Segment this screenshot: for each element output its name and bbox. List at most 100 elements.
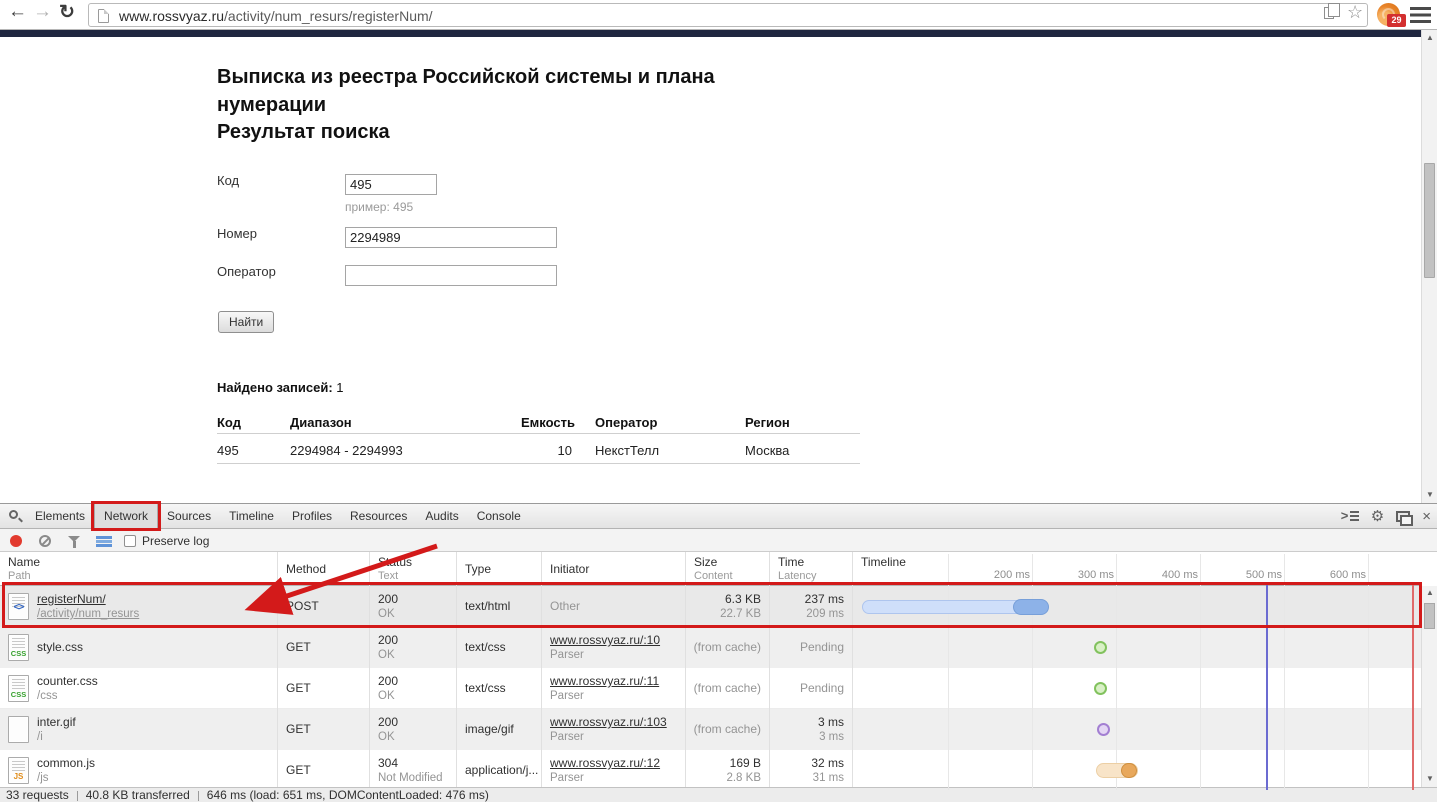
page-scrollbar-thumb[interactable] xyxy=(1424,163,1435,278)
tab-profiles[interactable]: Profiles xyxy=(283,504,341,528)
address-bar[interactable]: www.rossvyaz.ru/activity/num_resurs/regi… xyxy=(88,3,1368,27)
request-name-link[interactable]: registerNum/ xyxy=(37,592,106,606)
network-toolbar: Preserve log xyxy=(0,529,1437,552)
row-operator: НекстТелл xyxy=(595,443,659,458)
cell-initiator: Other xyxy=(542,586,686,627)
network-row-registernum[interactable]: <> registerNum/ /activity/num_resurs POS… xyxy=(0,586,1421,627)
request-path: /js xyxy=(37,772,49,784)
console-drawer-icon[interactable]: > xyxy=(1341,510,1359,522)
load-event-line xyxy=(1412,584,1414,790)
tab-audits[interactable]: Audits xyxy=(416,504,467,528)
col-header-kod: Код xyxy=(217,415,241,430)
screen: ← → ↻ www.rossvyaz.ru/activity/num_resur… xyxy=(0,0,1437,802)
initiator-link[interactable]: www.rossvyaz.ru/:103 xyxy=(550,715,667,729)
preserve-log-checkbox[interactable] xyxy=(124,535,136,547)
timeline-dot-green xyxy=(1094,641,1107,654)
network-table-header: NamePath Method StatusText Type Initiato… xyxy=(0,552,1421,586)
browser-menu-icon[interactable] xyxy=(1410,7,1431,23)
js-file-icon: JS xyxy=(8,757,29,784)
bookmark-star-icon[interactable]: ☆ xyxy=(1347,2,1363,23)
timeline-dot-green xyxy=(1094,682,1107,695)
search-icon[interactable] xyxy=(9,510,18,519)
tab-elements[interactable]: Elements xyxy=(26,504,94,528)
scroll-down-icon[interactable]: ▼ xyxy=(1425,490,1435,499)
col-initiator[interactable]: Initiator xyxy=(542,552,686,586)
copy-pages-icon[interactable] xyxy=(1324,7,1334,19)
timeline-dot-purple xyxy=(1097,723,1110,736)
network-row-intergif[interactable]: inter.gif /i GET 200OK image/gif www.ros… xyxy=(0,709,1421,750)
devtools-panel: Elements Network Sources Timeline Profil… xyxy=(0,503,1437,802)
network-row-countercss[interactable]: CSS counter.css /css GET 200OK text/css … xyxy=(0,668,1421,709)
nomer-input[interactable] xyxy=(345,227,557,248)
refresh-icon[interactable]: ↻ xyxy=(59,1,75,24)
gear-icon[interactable]: ⚙ xyxy=(1371,509,1384,524)
initiator-link[interactable]: www.rossvyaz.ru/:10 xyxy=(550,633,660,647)
css-file-icon: CSS xyxy=(8,634,29,661)
url-text[interactable]: www.rossvyaz.ru/activity/num_resurs/regi… xyxy=(119,8,433,24)
tab-sources[interactable]: Sources xyxy=(158,504,220,528)
css-file-icon: CSS xyxy=(8,675,29,702)
page-scrollbar[interactable]: ▲ ▼ xyxy=(1421,30,1437,503)
kod-hint: пример: 495 xyxy=(345,200,413,214)
record-icon[interactable] xyxy=(10,535,22,547)
request-name[interactable]: common.js xyxy=(37,756,95,770)
operator-input[interactable] xyxy=(345,265,557,286)
dock-side-icon[interactable] xyxy=(1396,511,1410,522)
col-header-emkost: Емкость xyxy=(460,415,575,430)
row-region: Москва xyxy=(745,443,789,458)
table-divider xyxy=(217,433,860,434)
col-status[interactable]: StatusText xyxy=(370,552,457,586)
request-name[interactable]: counter.css xyxy=(37,674,98,688)
scroll-up-icon[interactable]: ▲ xyxy=(1425,33,1435,42)
timeline-tick: 600 ms xyxy=(1306,569,1366,581)
site-header-strip xyxy=(0,30,1421,37)
timeline-dot-orange xyxy=(1121,763,1137,778)
devtools-scrollbar-thumb[interactable] xyxy=(1424,603,1435,629)
tab-timeline[interactable]: Timeline xyxy=(220,504,283,528)
devtools-scrollbar[interactable]: ▲ ▼ xyxy=(1421,586,1437,787)
col-type[interactable]: Type xyxy=(457,552,542,586)
network-row-commonjs[interactable]: JS common.js /js GET 304Not Modified app… xyxy=(0,750,1421,791)
col-time[interactable]: TimeLatency xyxy=(770,552,853,586)
col-size[interactable]: SizeContent xyxy=(686,552,770,586)
timeline-tick: 300 ms xyxy=(1054,569,1114,581)
request-path[interactable]: /activity/num_resurs xyxy=(37,608,139,620)
network-row-stylecss[interactable]: CSS style.css GET 200OK text/css www.ros… xyxy=(0,627,1421,668)
request-path: /css xyxy=(37,690,57,702)
page-title: Выписка из реестра Российской системы и … xyxy=(217,63,817,119)
clear-icon[interactable] xyxy=(39,535,51,547)
scroll-down-icon[interactable]: ▼ xyxy=(1425,774,1435,783)
close-icon[interactable]: × xyxy=(1422,509,1431,524)
col-method[interactable]: Method xyxy=(278,552,370,586)
search-button[interactable]: Найти xyxy=(218,311,274,333)
request-name[interactable]: style.css xyxy=(37,640,83,654)
initiator-link[interactable]: www.rossvyaz.ru/:12 xyxy=(550,756,660,770)
web-page: Выписка из реестра Российской системы и … xyxy=(0,30,1421,503)
request-name[interactable]: inter.gif xyxy=(37,715,76,729)
timeline-tick: 200 ms xyxy=(970,569,1030,581)
domcontentloaded-line xyxy=(1266,584,1268,790)
cell-type: text/html xyxy=(457,586,542,627)
transferred-size: 40.8 KB transferred xyxy=(86,788,190,802)
timeline-tick: 500 ms xyxy=(1222,569,1282,581)
filter-icon[interactable] xyxy=(68,536,80,542)
preserve-log-label: Preserve log xyxy=(142,534,209,548)
requests-count: 33 requests xyxy=(6,788,69,802)
back-icon[interactable]: ← xyxy=(8,1,27,23)
col-name[interactable]: NamePath xyxy=(0,552,278,586)
small-rows-icon[interactable] xyxy=(96,536,112,547)
tab-resources[interactable]: Resources xyxy=(341,504,416,528)
request-path: /i xyxy=(37,731,43,743)
timeline-tick: 400 ms xyxy=(1138,569,1198,581)
devtools-status-bar: 33 requests40.8 KB transferred646 ms (lo… xyxy=(0,787,1437,802)
forward-icon[interactable]: → xyxy=(33,1,52,23)
page-subtitle: Результат поиска xyxy=(217,121,390,144)
kod-input[interactable] xyxy=(345,174,437,195)
tab-console[interactable]: Console xyxy=(468,504,530,528)
initiator-link[interactable]: www.rossvyaz.ru/:11 xyxy=(550,674,659,688)
browser-toolbar: ← → ↻ www.rossvyaz.ru/activity/num_resur… xyxy=(0,0,1437,30)
row-kod: 495 xyxy=(217,443,239,458)
scroll-up-icon[interactable]: ▲ xyxy=(1425,588,1435,597)
row-diapazon: 2294984 - 2294993 xyxy=(290,443,403,458)
tab-network[interactable]: Network xyxy=(94,504,158,528)
